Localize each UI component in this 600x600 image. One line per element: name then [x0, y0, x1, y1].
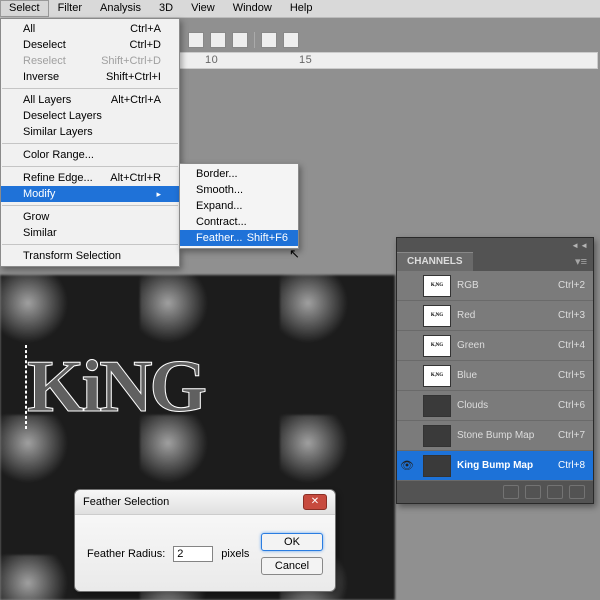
separator	[254, 32, 255, 48]
channels-panel: ◄◄ CHANNELS ▾≡ KᵢNGRGBCtrl+2 KᵢNGRedCtrl…	[396, 237, 594, 504]
channel-row-blue[interactable]: KᵢNGBlueCtrl+5	[397, 361, 593, 391]
submenu-contract[interactable]: Contract...	[180, 214, 298, 230]
menu-select[interactable]: Select	[0, 0, 49, 17]
menu-separator	[2, 166, 178, 167]
menu-item-modify[interactable]: Modify	[1, 186, 179, 202]
cancel-button[interactable]: Cancel	[261, 557, 323, 575]
menu-separator	[2, 244, 178, 245]
feather-radius-input[interactable]	[173, 546, 213, 562]
menu-3d[interactable]: 3D	[150, 0, 182, 17]
submenu-feather[interactable]: Feather...Shift+F6	[180, 230, 298, 246]
menu-separator	[2, 143, 178, 144]
menu-item-inverse[interactable]: InverseShift+Ctrl+I	[1, 69, 179, 85]
delete-channel-icon[interactable]	[569, 485, 585, 499]
channel-row-red[interactable]: KᵢNGRedCtrl+3	[397, 301, 593, 331]
canvas-text-selection: KiNG	[25, 345, 204, 430]
menu-item-all[interactable]: AllCtrl+A	[1, 21, 179, 37]
tool-icon[interactable]	[188, 32, 204, 48]
tool-icon[interactable]	[232, 32, 248, 48]
menu-item-deselect[interactable]: DeselectCtrl+D	[1, 37, 179, 53]
menu-analysis[interactable]: Analysis	[91, 0, 150, 17]
menu-separator	[2, 88, 178, 89]
submenu-border[interactable]: Border...	[180, 166, 298, 182]
menu-filter[interactable]: Filter	[49, 0, 91, 17]
panel-menu-icon[interactable]: ▾≡	[569, 252, 593, 271]
menu-window[interactable]: Window	[224, 0, 281, 17]
unit-label: pixels	[221, 548, 249, 560]
menu-item-color-range[interactable]: Color Range...	[1, 147, 179, 163]
collapse-icon: ◄◄	[571, 241, 589, 250]
menu-item-reselect: ReselectShift+Ctrl+D	[1, 53, 179, 69]
ruler-mark: 10	[205, 54, 218, 66]
channel-row-green[interactable]: KᵢNGGreenCtrl+4	[397, 331, 593, 361]
modify-submenu: Border... Smooth... Expand... Contract..…	[179, 163, 299, 249]
new-channel-icon[interactable]	[547, 485, 563, 499]
dialog-close-button[interactable]: ✕	[303, 494, 327, 510]
channel-row-stone-bump[interactable]: Stone Bump MapCtrl+7	[397, 421, 593, 451]
options-toolbar	[184, 30, 299, 50]
menu-item-similar-layers[interactable]: Similar Layers	[1, 124, 179, 140]
dialog-title: Feather Selection	[83, 496, 169, 508]
save-selection-icon[interactable]	[525, 485, 541, 499]
channel-row-clouds[interactable]: CloudsCtrl+6	[397, 391, 593, 421]
menu-item-transform-selection[interactable]: Transform Selection	[1, 248, 179, 264]
visibility-eye-icon[interactable]: 👁	[397, 459, 417, 472]
menu-item-all-layers[interactable]: All LayersAlt+Ctrl+A	[1, 92, 179, 108]
load-selection-icon[interactable]	[503, 485, 519, 499]
tool-icon[interactable]	[210, 32, 226, 48]
panel-collapse-bar[interactable]: ◄◄	[397, 238, 593, 252]
horizontal-ruler: 10 15	[178, 52, 598, 69]
submenu-expand[interactable]: Expand...	[180, 198, 298, 214]
feather-radius-label: Feather Radius:	[87, 548, 165, 560]
menu-item-grow[interactable]: Grow	[1, 209, 179, 225]
menu-bar: Select Filter Analysis 3D View Window He…	[0, 0, 600, 18]
channels-tab[interactable]: CHANNELS	[397, 252, 473, 271]
feather-selection-dialog: Feather Selection ✕ Feather Radius: pixe…	[74, 489, 336, 592]
menu-item-deselect-layers[interactable]: Deselect Layers	[1, 108, 179, 124]
channel-row-king-bump[interactable]: 👁King Bump MapCtrl+8	[397, 451, 593, 481]
menu-item-similar[interactable]: Similar	[1, 225, 179, 241]
select-menu-dropdown: AllCtrl+A DeselectCtrl+D ReselectShift+C…	[0, 18, 180, 267]
tool-icon[interactable]	[283, 32, 299, 48]
ok-button[interactable]: OK	[261, 533, 323, 551]
channel-row-rgb[interactable]: KᵢNGRGBCtrl+2	[397, 271, 593, 301]
channels-list: KᵢNGRGBCtrl+2 KᵢNGRedCtrl+3 KᵢNGGreenCtr…	[397, 271, 593, 481]
ruler-mark: 15	[299, 54, 312, 66]
tool-icon[interactable]	[261, 32, 277, 48]
submenu-smooth[interactable]: Smooth...	[180, 182, 298, 198]
menu-help[interactable]: Help	[281, 0, 322, 17]
submenu-arrow-icon	[156, 188, 161, 200]
menu-item-refine-edge[interactable]: Refine Edge...Alt+Ctrl+R	[1, 170, 179, 186]
menu-separator	[2, 205, 178, 206]
menu-view[interactable]: View	[182, 0, 224, 17]
panel-footer	[397, 481, 593, 503]
